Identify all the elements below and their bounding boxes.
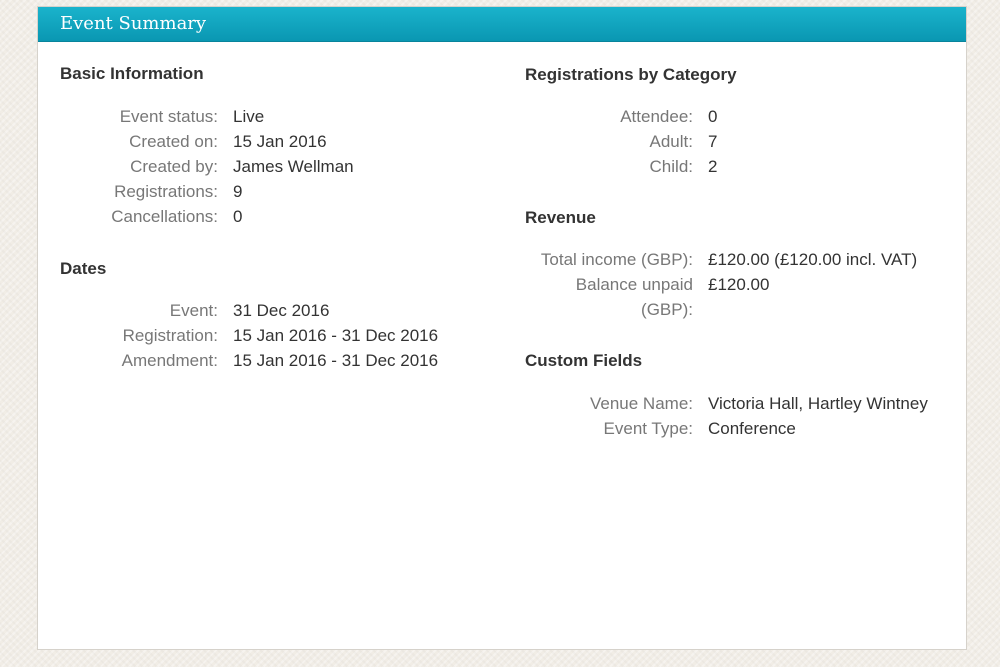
- attendee-row: Attendee: 0: [525, 104, 717, 129]
- registrations-by-category-list: Attendee: 0 Adult: 7 Child: 2: [525, 104, 717, 179]
- field-value: 31 Dec 2016: [233, 301, 330, 320]
- field-value: £120.00 (£120.00 incl. VAT): [708, 250, 918, 269]
- field-label: Amendment:: [121, 351, 218, 370]
- amendment-period-row: Amendment: 15 Jan 2016 - 31 Dec 2016: [29, 348, 439, 373]
- created-by-row: Created by: James Wellman: [29, 154, 354, 179]
- field-label: Registration:: [122, 326, 218, 345]
- field-label: Adult:: [649, 132, 693, 151]
- field-label: Created by:: [130, 157, 218, 176]
- field-label: Created on:: [129, 132, 218, 151]
- field-label: Registrations:: [114, 182, 218, 201]
- registrations-row: Registrations: 9: [29, 179, 354, 204]
- field-value: Victoria Hall, Hartley Wintney: [708, 394, 928, 413]
- event-type-row: Event Type: Conference: [525, 416, 928, 441]
- dates-list: Event: 31 Dec 2016 Registration: 15 Jan …: [29, 298, 439, 373]
- field-label: Attendee:: [620, 107, 693, 126]
- registrations-by-category-heading: Registrations by Category: [525, 65, 737, 84]
- field-label: Event Type:: [603, 419, 693, 438]
- created-on-row: Created on: 15 Jan 2016: [29, 129, 354, 154]
- field-label: Venue Name:: [589, 394, 693, 413]
- field-value: 0: [233, 207, 243, 226]
- field-label: Event:: [169, 301, 218, 320]
- revenue-list: Total income (GBP): £120.00 (£120.00 inc…: [525, 247, 917, 322]
- custom-fields-list: Venue Name: Victoria Hall, Hartley Wintn…: [525, 391, 928, 441]
- child-row: Child: 2: [525, 154, 718, 179]
- dates-heading: Dates: [60, 259, 107, 278]
- field-label: Cancellations:: [111, 207, 218, 226]
- event-date-row: Event: 31 Dec 2016: [29, 298, 438, 323]
- field-value: Live: [233, 107, 265, 126]
- field-label: Child:: [649, 157, 693, 176]
- revenue-heading: Revenue: [525, 208, 596, 227]
- field-label: Balance unpaid (GBP):: [575, 275, 693, 319]
- event-summary-panel: Event Summary Basic Information Event st…: [37, 6, 967, 650]
- event-status-row: Event status: Live: [29, 104, 354, 129]
- field-value: £120.00: [708, 275, 770, 294]
- venue-name-row: Venue Name: Victoria Hall, Hartley Wintn…: [525, 391, 928, 416]
- field-value: 15 Jan 2016 - 31 Dec 2016: [233, 351, 439, 370]
- panel-title: Event Summary: [38, 7, 966, 42]
- basic-information-heading: Basic Information: [60, 64, 204, 83]
- custom-fields-heading: Custom Fields: [525, 351, 643, 370]
- field-value: 9: [233, 182, 243, 201]
- field-value: 7: [708, 132, 718, 151]
- basic-information-list: Event status: Live Created on: 15 Jan 20…: [29, 104, 354, 229]
- field-value: 15 Jan 2016: [233, 132, 327, 151]
- registration-period-row: Registration: 15 Jan 2016 - 31 Dec 2016: [29, 323, 439, 348]
- field-value: 2: [708, 157, 718, 176]
- field-value: Conference: [708, 419, 796, 438]
- field-value: 15 Jan 2016 - 31 Dec 2016: [233, 326, 439, 345]
- total-income-row: Total income (GBP): £120.00 (£120.00 inc…: [525, 247, 917, 272]
- balance-unpaid-row: Balance unpaid (GBP): £120.00: [525, 272, 917, 322]
- cancellations-row: Cancellations: 0: [29, 204, 354, 229]
- field-value: 0: [708, 107, 718, 126]
- adult-row: Adult: 7: [525, 129, 718, 154]
- field-label: Event status:: [119, 107, 218, 126]
- field-value: James Wellman: [233, 157, 354, 176]
- field-label: Total income (GBP):: [540, 250, 693, 269]
